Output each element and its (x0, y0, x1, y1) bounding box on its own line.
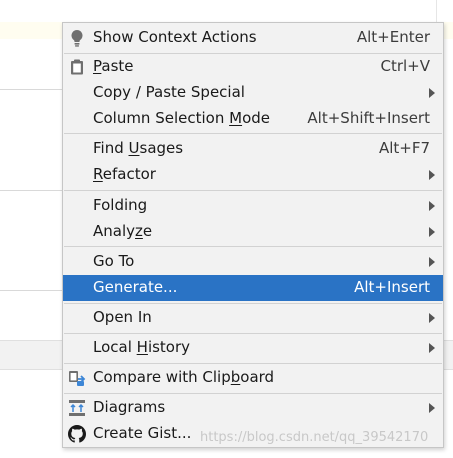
menu-item-go-to[interactable]: Go To (63, 249, 443, 275)
diagram-icon (68, 399, 86, 417)
menu-item-label: Copy / Paste Special (93, 83, 245, 101)
separator (64, 246, 442, 247)
menu-item-label: Go To (93, 252, 135, 270)
menu-item-column-selection-mode[interactable]: Column Selection Mode Alt+Shift+Insert (63, 106, 443, 132)
divider (0, 190, 70, 191)
menu-item-label: Local History (93, 338, 191, 356)
separator (64, 363, 442, 364)
menu-item-label: Refactor (93, 165, 156, 183)
separator (64, 133, 442, 134)
menu-item-label: Column Selection Mode (93, 109, 270, 127)
menu-item-find-usages[interactable]: Find Usages Alt+F7 (63, 136, 443, 162)
menu-item-label: Open In (93, 308, 152, 326)
shortcut-text: Alt+Insert (354, 278, 430, 296)
shortcut-text: Ctrl+V (380, 57, 430, 75)
menu-item-label: Folding (93, 196, 148, 214)
menu-item-analyze[interactable]: Analyze (63, 219, 443, 245)
menu-item-compare-with-clipboard[interactable]: Compare with Clipboard (63, 365, 443, 391)
menu-item-local-history[interactable]: Local History (63, 335, 443, 361)
submenu-arrow-icon (429, 313, 435, 323)
lightbulb-icon (68, 29, 86, 47)
menu-item-label: Analyze (93, 222, 153, 240)
menu-item-label: Find Usages (93, 139, 184, 157)
watermark-text: https://blog.csdn.net/qq_39542170 (200, 430, 429, 445)
separator (64, 303, 442, 304)
clipboard-icon (68, 58, 86, 76)
shortcut-text: Alt+Shift+Insert (307, 109, 430, 127)
menu-item-open-in[interactable]: Open In (63, 305, 443, 331)
menu-item-label: Paste (93, 57, 134, 75)
compare-icon (68, 369, 86, 387)
menu-item-copy-paste-special[interactable]: Copy / Paste Special (63, 80, 443, 106)
submenu-arrow-icon (429, 201, 435, 211)
menu-item-folding[interactable]: Folding (63, 193, 443, 219)
separator (64, 333, 442, 334)
submenu-arrow-icon (429, 170, 435, 180)
submenu-arrow-icon (429, 257, 435, 267)
submenu-arrow-icon (429, 88, 435, 98)
submenu-arrow-icon (429, 227, 435, 237)
separator (64, 393, 442, 394)
submenu-arrow-icon (429, 343, 435, 353)
menu-item-diagrams[interactable]: Diagrams (63, 395, 443, 421)
menu-item-generate[interactable]: Generate... Alt+Insert (63, 275, 443, 301)
github-icon (68, 425, 86, 443)
submenu-arrow-icon (429, 403, 435, 413)
menu-item-label: Compare with Clipboard (93, 368, 275, 386)
menu-item-label: Create Gist... (93, 424, 192, 442)
menu-item-show-context-actions[interactable]: Show Context Actions Alt+Enter (63, 25, 443, 51)
shortcut-text: Alt+F7 (378, 139, 430, 157)
divider (0, 290, 70, 291)
menu-item-label: Diagrams (93, 398, 166, 416)
menu-item-label: Generate... (93, 278, 178, 296)
separator (64, 190, 442, 191)
context-menu: Show Context Actions Alt+Enter Paste Ctr… (62, 22, 444, 448)
menu-item-label: Show Context Actions (93, 28, 257, 46)
menu-item-refactor[interactable]: Refactor (63, 162, 443, 188)
shortcut-text: Alt+Enter (356, 28, 430, 46)
menu-item-paste[interactable]: Paste Ctrl+V (63, 54, 443, 80)
divider (0, 89, 70, 90)
